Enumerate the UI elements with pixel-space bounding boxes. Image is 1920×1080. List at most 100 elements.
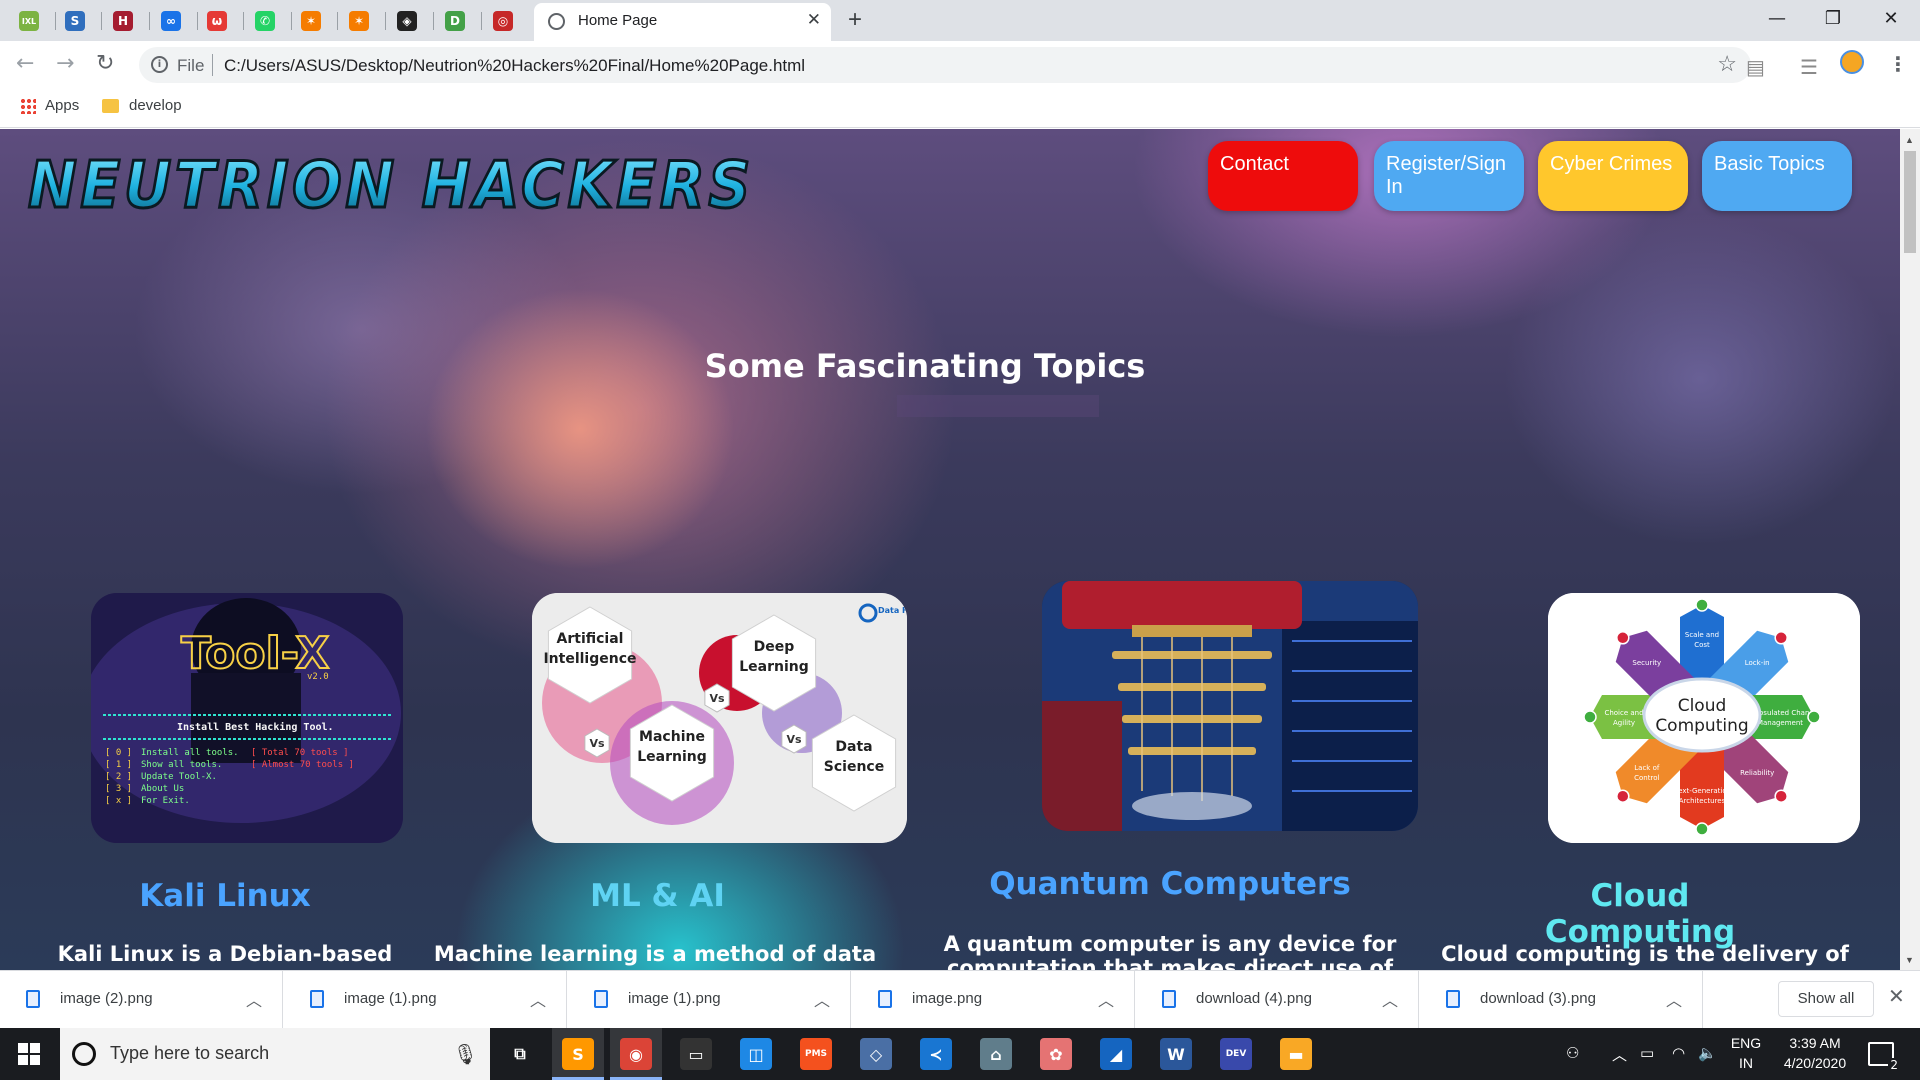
volume-icon[interactable]: 🔈 — [1698, 1044, 1717, 1062]
pinned-tab[interactable]: ✶ — [344, 8, 374, 34]
pms-icon[interactable]: PMS — [800, 1038, 832, 1070]
bookmark-label: Apps — [45, 97, 80, 114]
page-scrollbar[interactable]: ▲ ▼ — [1900, 129, 1920, 970]
maximize-button[interactable]: ❐ — [1808, 4, 1858, 34]
terminal-icon[interactable]: ▭ — [680, 1038, 712, 1070]
cloud-petal-label: Control — [1634, 774, 1659, 782]
address-bar[interactable]: i File C:/Users/ASUS/Desktop/Neutrion%20… — [139, 47, 1751, 83]
windows-start-icon[interactable] — [18, 1043, 40, 1065]
topic-title-cloud[interactable]: Cloud Computing — [1490, 878, 1790, 950]
image-file-icon — [1162, 990, 1176, 1008]
bookmark-apps[interactable]: Apps — [20, 97, 79, 114]
pdf-extension-icon[interactable]: ▤ — [1746, 55, 1765, 80]
ml-hexagon-label: Machine — [639, 729, 705, 745]
show-all-downloads-button[interactable]: Show all — [1778, 981, 1874, 1017]
tab-separator — [55, 12, 56, 30]
chevron-up-icon[interactable]: ︿ — [1666, 987, 1682, 1011]
cloud-computing-image[interactable]: Scale and Cost Lock-in Encapsulated Change M… — [1548, 593, 1860, 843]
download-item[interactable]: image.png ︿ — [852, 971, 1135, 1029]
pinned-tab[interactable]: ∞ — [156, 8, 186, 34]
pinned-tab[interactable]: D — [440, 8, 470, 34]
ml-hexagon-label: Learning — [637, 749, 707, 765]
site-logo[interactable]: NEUTRION HACKERS — [22, 141, 760, 222]
url-text[interactable]: C:/Users/ASUS/Desktop/Neutrion%20Hackers… — [224, 56, 805, 76]
download-item[interactable]: download (4).png ︿ — [1136, 971, 1419, 1029]
back-arrow-icon[interactable]: ← — [16, 51, 34, 76]
show-hidden-icons-chevron-icon[interactable]: ︿ — [1612, 1044, 1627, 1065]
nav-cyber-crimes-button[interactable]: Cyber Crimes — [1538, 141, 1688, 211]
nav-register-button[interactable]: Register/Sign In — [1374, 141, 1524, 211]
clock[interactable]: 3:39 AM 4/20/2020 — [1770, 1033, 1860, 1073]
image-file-icon — [878, 990, 892, 1008]
minimize-button[interactable]: — — [1752, 4, 1802, 34]
scroll-up-arrow-icon[interactable]: ▲ — [1905, 135, 1914, 145]
cortana-icon — [72, 1042, 96, 1066]
chevron-up-icon[interactable]: ︿ — [246, 987, 262, 1011]
bookmark-star-icon[interactable]: ☆ — [1717, 51, 1737, 77]
download-item[interactable]: image (1).png ︿ — [284, 971, 567, 1029]
search-placeholder: Type here to search — [110, 1043, 270, 1063]
battery-icon[interactable]: ▭ — [1640, 1044, 1654, 1062]
virtualbox-icon[interactable]: ◇ — [860, 1038, 892, 1070]
topic-title-kali[interactable]: Kali Linux — [90, 878, 360, 914]
menu-kebab-icon[interactable]: ⋮ — [1888, 52, 1908, 76]
vscode-icon[interactable]: ≺ — [920, 1038, 952, 1070]
topic-title-ml-ai[interactable]: ML & AI — [520, 878, 795, 914]
reload-icon[interactable]: ↻ — [96, 51, 114, 76]
bookmark-develop[interactable]: develop — [102, 97, 182, 114]
profile-avatar[interactable] — [1840, 50, 1864, 74]
quantum-computer-image[interactable] — [1042, 581, 1418, 831]
nav-contact-button[interactable]: Contact — [1208, 141, 1358, 211]
taskbar-search-box[interactable]: Type here to search 🎙 — [60, 1028, 490, 1080]
pinned-tab[interactable]: S — [60, 8, 90, 34]
close-download-shelf-icon[interactable]: ✕ — [1888, 984, 1905, 1008]
virtual-desktop-icon[interactable]: ◫ — [740, 1038, 772, 1070]
chrome-icon[interactable]: ◉ — [620, 1038, 652, 1070]
word-icon[interactable]: W — [1160, 1038, 1192, 1070]
pinned-tab[interactable]: ◈ — [392, 8, 422, 34]
new-tab-button[interactable]: + — [848, 6, 862, 34]
task-view-icon[interactable]: ⧉ — [504, 1038, 536, 1070]
language-code: ENG — [1730, 1035, 1762, 1051]
close-window-button[interactable]: ✕ — [1866, 4, 1916, 34]
toolx-menu-text: Update Tool-X. — [141, 772, 217, 782]
download-item[interactable]: download (3).png ︿ — [1420, 971, 1703, 1029]
pinned-tab[interactable]: IXL — [14, 8, 44, 34]
pinned-tab[interactable]: ◎ — [488, 8, 518, 34]
pinned-tab[interactable]: ✶ — [296, 8, 326, 34]
chevron-up-icon[interactable]: ︿ — [1382, 987, 1398, 1011]
action-center-icon[interactable]: 2 — [1868, 1042, 1900, 1072]
chevron-up-icon[interactable]: ︿ — [814, 987, 830, 1011]
wifi-icon[interactable]: ◠ — [1672, 1044, 1685, 1062]
file-explorer-icon[interactable]: ▬ — [1280, 1038, 1312, 1070]
ml-ai-image[interactable]: Artificial Intelligence Deep Learning Machin… — [532, 593, 907, 843]
vs-label: Vs — [786, 733, 802, 746]
chevron-up-icon[interactable]: ︿ — [530, 987, 546, 1011]
paint-icon[interactable]: ✿ — [1040, 1038, 1072, 1070]
download-item[interactable]: image (1).png ︿ — [568, 971, 851, 1029]
pinned-tab[interactable]: ✆ — [250, 8, 280, 34]
forward-arrow-icon[interactable]: → — [56, 51, 74, 76]
shark-icon[interactable]: ◢ — [1100, 1038, 1132, 1070]
chevron-up-icon[interactable]: ︿ — [1098, 987, 1114, 1011]
title-underline — [897, 395, 1099, 417]
sublime-text-icon[interactable]: S — [562, 1038, 594, 1070]
people-icon[interactable]: ⚇ — [1566, 1044, 1579, 1062]
microphone-icon[interactable]: 🎙 — [453, 1042, 478, 1066]
nav-basic-topics-button[interactable]: Basic Topics — [1702, 141, 1852, 211]
close-tab-icon[interactable]: ✕ — [807, 10, 821, 30]
language-indicator[interactable]: ENG IN — [1726, 1033, 1766, 1073]
scrollbar-thumb[interactable] — [1904, 151, 1916, 253]
kali-linux-image[interactable]: Tool-X v2.0 Install Best Hacking Tool. [… — [91, 593, 403, 843]
scroll-down-arrow-icon[interactable]: ▼ — [1905, 955, 1914, 965]
tab-home-page[interactable]: Home Page ✕ — [534, 3, 831, 41]
topic-title-quantum[interactable]: Quantum Computers — [950, 866, 1390, 902]
media-control-icon[interactable]: ☰ — [1800, 55, 1818, 80]
network-icon[interactable]: ⌂ — [980, 1038, 1012, 1070]
info-icon[interactable]: i — [151, 56, 168, 73]
data-flair-logo: Data Flair — [878, 606, 907, 615]
devc-icon[interactable]: DEV — [1220, 1038, 1252, 1070]
pinned-tab[interactable]: H — [108, 8, 138, 34]
pinned-tab[interactable]: ω — [202, 8, 232, 34]
download-item[interactable]: image (2).png ︿ — [0, 971, 283, 1029]
